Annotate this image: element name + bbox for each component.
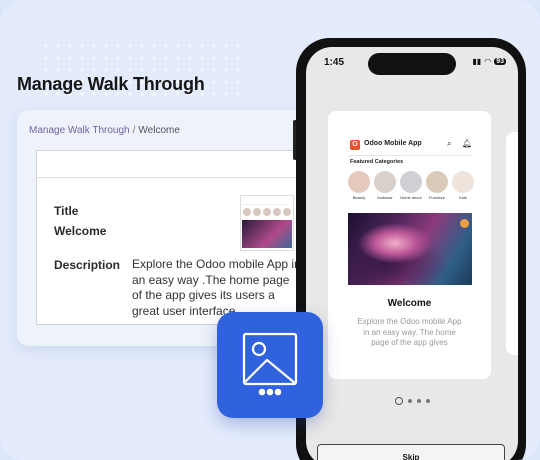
category-item[interactable]: footwear bbox=[374, 171, 396, 200]
description-field-label: Description bbox=[54, 258, 121, 272]
next-walkthrough-card bbox=[506, 132, 518, 355]
category-image bbox=[426, 171, 448, 193]
page-heading: Manage Walk Through bbox=[17, 74, 205, 94]
status-bar-icons: ▮▮ ◠ 93 bbox=[472, 57, 506, 66]
hero-banner-image[interactable] bbox=[348, 213, 472, 285]
sheet-divider bbox=[37, 177, 307, 178]
signal-icon: ▮▮ bbox=[472, 57, 482, 66]
category-image bbox=[374, 171, 396, 193]
image-icon bbox=[242, 332, 298, 396]
category-label: Furniture bbox=[428, 195, 445, 200]
search-icon[interactable]: ⌕ bbox=[447, 139, 451, 149]
image-icon-tile bbox=[217, 312, 323, 418]
odoo-logo-icon: O bbox=[350, 140, 360, 150]
walkthrough-title: Welcome bbox=[387, 298, 432, 309]
app-header: O Odoo Mobile App ⌕ 🔔︎ bbox=[350, 139, 472, 153]
odoo-form-panel: Manage Walk Through / Welcome Title Welcom… bbox=[17, 110, 337, 346]
pager-dot[interactable] bbox=[407, 399, 412, 403]
breadcrumb-parent-link[interactable]: Manage Walk Through bbox=[29, 125, 130, 136]
thumbnail-hero-image bbox=[242, 220, 292, 248]
category-label: footwear bbox=[377, 195, 393, 200]
background-card: Manage Walk Through Manage Walk Through /… bbox=[0, 0, 540, 460]
title-field-value[interactable]: Welcome bbox=[54, 224, 106, 238]
category-label: Home decor bbox=[400, 195, 422, 200]
wifi-icon: ◠ bbox=[484, 57, 492, 66]
title-field-label: Title bbox=[54, 204, 79, 218]
walkthrough-image-thumbnail[interactable] bbox=[240, 195, 294, 251]
bell-icon[interactable]: 🔔︎ bbox=[462, 139, 472, 148]
walkthrough-pager bbox=[306, 397, 518, 405]
skip-button[interactable]: Skip bbox=[317, 444, 505, 460]
pager-dot[interactable] bbox=[416, 399, 421, 403]
banner-badge-icon bbox=[460, 219, 469, 228]
form-sheet: Title Welcome Description Explore the Od… bbox=[36, 150, 308, 325]
app-header-divider bbox=[348, 155, 472, 156]
status-bar-time: 1:45 bbox=[324, 57, 345, 68]
banner-carousel-dots: ● ○ bbox=[404, 280, 416, 286]
category-list: Beauty footwear Home decor Furniture Kid… bbox=[348, 171, 474, 200]
breadcrumb: Manage Walk Through / Welcome bbox=[29, 125, 180, 136]
phone-screen: 1:45 ▮▮ ◠ 93 O Odoo Mobile App ⌕ 🔔︎ Feat… bbox=[306, 47, 518, 460]
thumbnail-app-bar bbox=[243, 198, 289, 205]
breadcrumb-separator: / bbox=[132, 125, 136, 136]
pager-dot-active[interactable] bbox=[394, 397, 403, 405]
thumbnail-categories bbox=[243, 208, 291, 216]
category-item[interactable]: Kids bbox=[452, 171, 474, 200]
category-image bbox=[452, 171, 474, 193]
category-label: Kids bbox=[459, 195, 467, 200]
pager-dot[interactable] bbox=[425, 399, 430, 403]
category-item[interactable]: Beauty bbox=[348, 171, 370, 200]
featured-categories-title: Featured Categories bbox=[350, 159, 404, 165]
category-item[interactable]: Furniture bbox=[426, 171, 448, 200]
description-field-value[interactable]: Explore the Odoo mobile App in an easy w… bbox=[132, 257, 302, 319]
walkthrough-card: O Odoo Mobile App ⌕ 🔔︎ Featured Categori… bbox=[328, 111, 491, 379]
walkthrough-description: Explore the Odoo mobile App in an easy w… bbox=[357, 317, 462, 347]
category-image bbox=[348, 171, 370, 193]
breadcrumb-current: Welcome bbox=[138, 125, 180, 136]
dynamic-island bbox=[368, 53, 456, 75]
category-item[interactable]: Home decor bbox=[400, 171, 422, 200]
app-title: Odoo Mobile App bbox=[364, 140, 422, 147]
category-label: Beauty bbox=[352, 195, 366, 200]
battery-icon: 93 bbox=[494, 58, 506, 65]
category-image bbox=[400, 171, 422, 193]
